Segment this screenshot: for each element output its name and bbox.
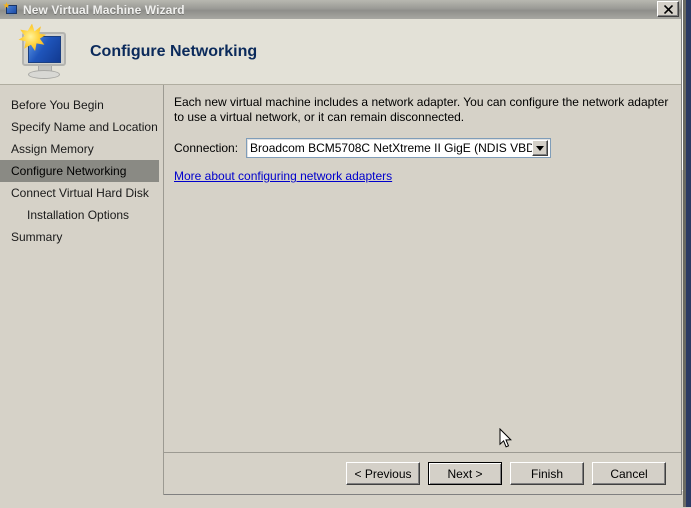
footer-sidebar-fill — [0, 452, 164, 495]
title-bar[interactable]: New Virtual Machine Wizard — [0, 0, 681, 19]
window-title: New Virtual Machine Wizard — [23, 2, 185, 17]
connection-label: Connection: — [174, 141, 239, 155]
new-virtual-machine-wizard-window: New Virtual Machine Wizard Configure Net… — [0, 0, 682, 495]
content-pane: Each new virtual machine includes a netw… — [164, 85, 681, 452]
monitor-base-shape — [28, 69, 60, 79]
wizard-body: Before You Begin Specify Name and Locati… — [0, 85, 681, 452]
next-button[interactable]: Next > — [428, 462, 502, 485]
wizard-header: Configure Networking — [0, 19, 681, 85]
monitor-stand-shape — [9, 14, 14, 16]
sidebar-item-connect-virtual-hard-disk[interactable]: Connect Virtual Hard Disk — [0, 182, 163, 204]
page-title: Configure Networking — [90, 42, 258, 60]
sidebar-item-summary[interactable]: Summary — [0, 226, 163, 248]
title-bar-button-group — [657, 1, 679, 17]
close-button[interactable] — [657, 1, 679, 17]
sidebar-item-specify-name-and-location[interactable]: Specify Name and Location — [0, 116, 163, 138]
cancel-button[interactable]: Cancel — [592, 462, 666, 485]
wizard-steps-sidebar: Before You Begin Specify Name and Locati… — [0, 85, 164, 452]
virtual-machine-icon — [3, 2, 19, 17]
wizard-footer: < Previous Next > Finish Cancel — [0, 452, 681, 495]
chevron-down-glyph — [536, 145, 545, 151]
connection-selected-value: Broadcom BCM5708C NetXtreme II GigE (NDI… — [250, 141, 533, 155]
connection-dropdown[interactable]: Broadcom BCM5708C NetXtreme II GigE (NDI… — [246, 138, 552, 158]
more-about-network-adapters-link[interactable]: More about configuring network adapters — [174, 169, 392, 183]
chevron-down-icon[interactable] — [532, 140, 549, 156]
sidebar-item-before-you-begin[interactable]: Before You Begin — [0, 94, 163, 116]
monitor-with-star-icon — [4, 22, 74, 82]
connection-row: Connection: Broadcom BCM5708C NetXtreme … — [174, 138, 671, 158]
sidebar-item-installation-options[interactable]: Installation Options — [0, 204, 163, 226]
sidebar-item-configure-networking[interactable]: Configure Networking — [0, 160, 159, 182]
previous-button[interactable]: < Previous — [346, 462, 420, 485]
finish-button[interactable]: Finish — [510, 462, 584, 485]
background-window-right-edge — [686, 0, 691, 507]
sidebar-item-assign-memory[interactable]: Assign Memory — [0, 138, 163, 160]
close-icon — [663, 4, 673, 14]
footer-button-group: < Previous Next > Finish Cancel — [346, 462, 666, 485]
description-text: Each new virtual machine includes a netw… — [174, 95, 669, 124]
